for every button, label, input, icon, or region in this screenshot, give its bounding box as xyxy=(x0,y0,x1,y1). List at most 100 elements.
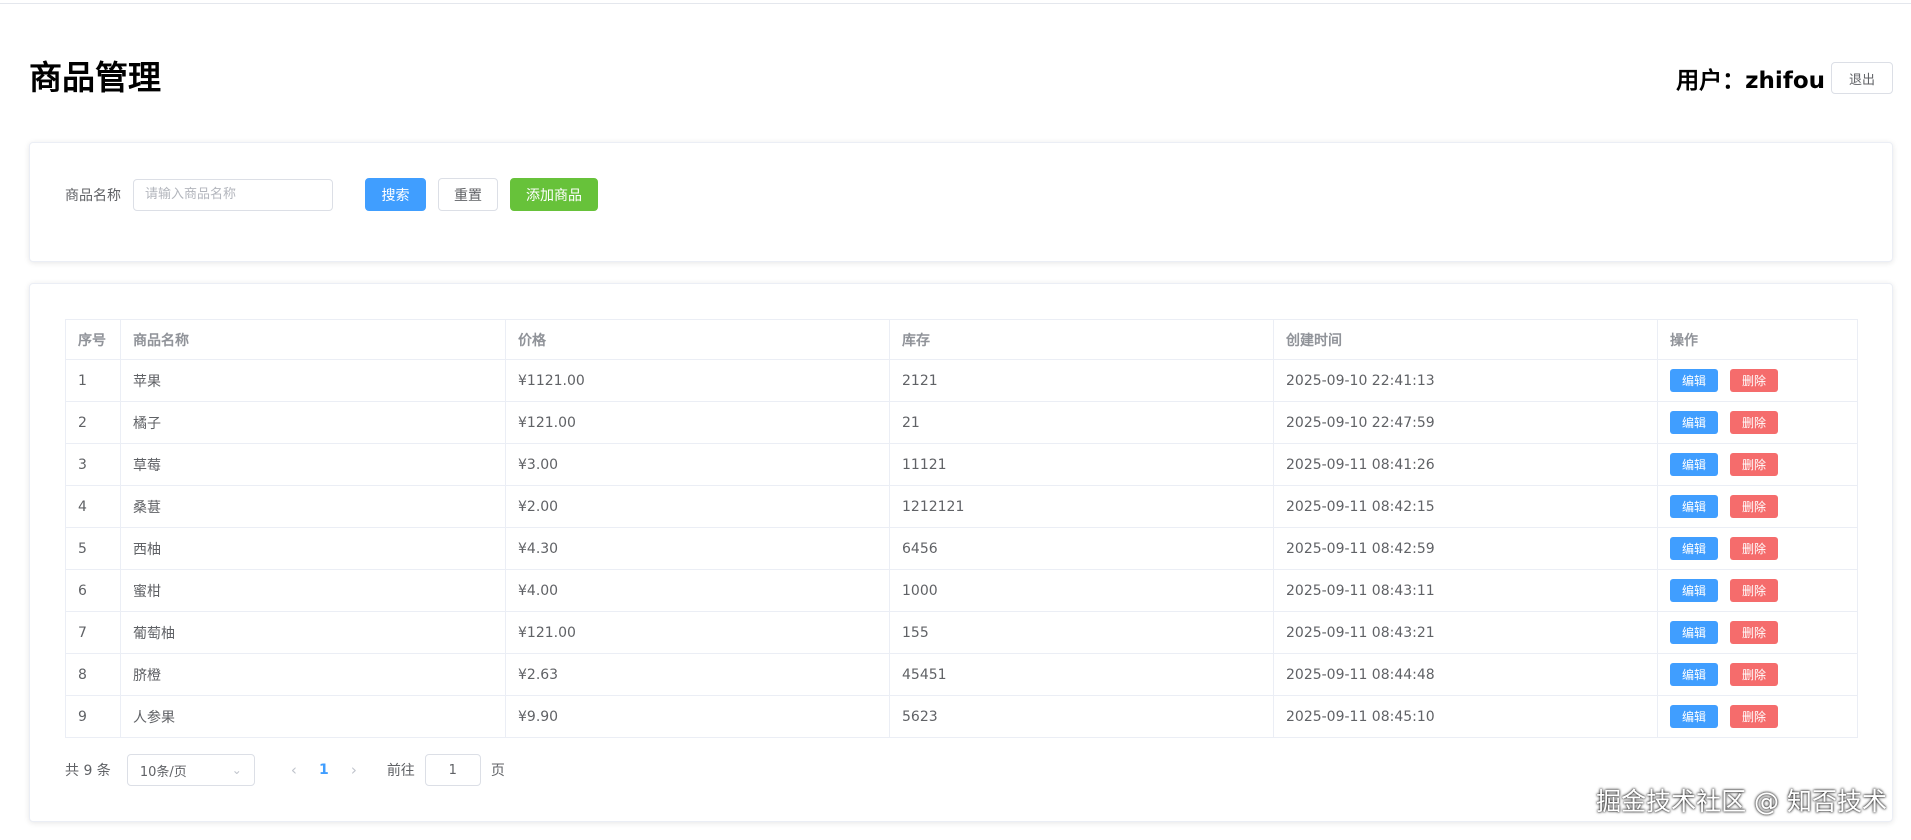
cell-index: 7 xyxy=(65,611,121,654)
product-name-search-input[interactable] xyxy=(133,178,333,211)
table-header-row: 序号 商品名称 价格 库存 创建时间 操作 xyxy=(65,319,1858,360)
product-name-label: 商品名称 xyxy=(65,187,121,204)
cell-product-name: 葡萄柚 xyxy=(120,611,506,654)
cell-index: 2 xyxy=(65,401,121,444)
row-actions: 编辑 删除 xyxy=(1670,571,1845,611)
edit-button[interactable]: 编辑 xyxy=(1670,495,1719,518)
cell-index: 6 xyxy=(65,569,121,612)
pagination-total: 共 9 条 xyxy=(65,763,111,779)
cell-index: 9 xyxy=(65,695,121,738)
cell-price: ¥4.00 xyxy=(505,569,890,612)
table-row: 7 葡萄柚 ¥121.00 155 2025-09-11 08:43:21 编辑 删除 xyxy=(65,611,1858,654)
edit-button[interactable]: 编辑 xyxy=(1670,369,1719,392)
cell-product-name: 苹果 xyxy=(120,359,506,402)
cell-index: 3 xyxy=(65,443,121,486)
page-size-select[interactable]: 10条/页 ⌄ xyxy=(126,754,255,786)
delete-button[interactable]: 删除 xyxy=(1730,369,1779,392)
cell-product-name: 橘子 xyxy=(120,401,506,444)
cell-product-name: 蜜柑 xyxy=(120,569,506,612)
cell-index: 4 xyxy=(65,485,121,528)
edit-button[interactable]: 编辑 xyxy=(1670,537,1719,560)
table-row: 9 人参果 ¥9.90 5623 2025-09-11 08:45:10 编辑 删除 xyxy=(65,695,1858,738)
row-actions: 编辑 删除 xyxy=(1670,361,1845,401)
column-header-index: 序号 xyxy=(65,319,121,360)
cell-price: ¥2.00 xyxy=(505,485,890,528)
cell-actions: 编辑 删除 xyxy=(1657,653,1858,696)
cell-actions: 编辑 删除 xyxy=(1657,527,1858,570)
row-actions: 编辑 删除 xyxy=(1670,613,1845,653)
delete-button[interactable]: 删除 xyxy=(1730,411,1779,434)
row-actions: 编辑 删除 xyxy=(1670,403,1845,443)
table-row: 8 脐橙 ¥2.63 45451 2025-09-11 08:44:48 编辑 删除 xyxy=(65,653,1858,696)
cell-created-time: 2025-09-11 08:45:10 xyxy=(1273,695,1658,738)
edit-button[interactable]: 编辑 xyxy=(1670,453,1719,476)
delete-button[interactable]: 删除 xyxy=(1730,495,1779,518)
cell-stock: 21 xyxy=(889,401,1274,444)
row-actions: 编辑 删除 xyxy=(1670,697,1845,737)
search-button[interactable]: 搜索 xyxy=(365,178,426,211)
user-area: 用户：zhifou 退出 xyxy=(1676,62,1893,94)
cell-product-name: 草莓 xyxy=(120,443,506,486)
top-divider xyxy=(0,0,1911,4)
cell-actions: 编辑 删除 xyxy=(1657,401,1858,444)
cell-price: ¥9.90 xyxy=(505,695,890,738)
cell-created-time: 2025-09-11 08:42:59 xyxy=(1273,527,1658,570)
cell-stock: 6456 xyxy=(889,527,1274,570)
row-actions: 编辑 删除 xyxy=(1670,487,1845,527)
chevron-down-icon: ⌄ xyxy=(231,763,242,777)
column-header-price: 价格 xyxy=(505,319,890,360)
search-panel: 商品名称 搜索 重置 添加商品 xyxy=(29,142,1893,262)
goto-page-input[interactable] xyxy=(424,754,481,786)
edit-button[interactable]: 编辑 xyxy=(1670,663,1719,686)
goto-label: 前往 xyxy=(386,763,415,779)
cell-stock: 155 xyxy=(889,611,1274,654)
edit-button[interactable]: 编辑 xyxy=(1670,705,1719,728)
cell-index: 8 xyxy=(65,653,121,696)
cell-stock: 1000 xyxy=(889,569,1274,612)
reset-button[interactable]: 重置 xyxy=(438,178,498,211)
search-form: 商品名称 搜索 重置 添加商品 xyxy=(65,178,598,211)
delete-button[interactable]: 删除 xyxy=(1730,579,1779,602)
logout-button[interactable]: 退出 xyxy=(1831,62,1893,94)
delete-button[interactable]: 删除 xyxy=(1730,453,1779,476)
delete-button[interactable]: 删除 xyxy=(1730,663,1779,686)
table-row: 5 西柚 ¥4.30 6456 2025-09-11 08:42:59 编辑 删除 xyxy=(65,527,1858,570)
delete-button[interactable]: 删除 xyxy=(1730,537,1779,560)
cell-product-name: 桑葚 xyxy=(120,485,506,528)
table-row: 3 草莓 ¥3.00 11121 2025-09-11 08:41:26 编辑 删除 xyxy=(65,443,1858,486)
edit-button[interactable]: 编辑 xyxy=(1670,621,1719,644)
cell-price: ¥121.00 xyxy=(505,401,890,444)
column-header-actions: 操作 xyxy=(1657,319,1858,360)
page-suffix-label: 页 xyxy=(490,763,505,779)
cell-price: ¥4.30 xyxy=(505,527,890,570)
edit-button[interactable]: 编辑 xyxy=(1670,579,1719,602)
cell-created-time: 2025-09-11 08:43:21 xyxy=(1273,611,1658,654)
edit-button[interactable]: 编辑 xyxy=(1670,411,1719,434)
product-table: 序号 商品名称 价格 库存 创建时间 操作 1 苹果 ¥1121.00 2121 202… xyxy=(65,319,1858,738)
cell-created-time: 2025-09-11 08:41:26 xyxy=(1273,443,1658,486)
cell-actions: 编辑 删除 xyxy=(1657,359,1858,402)
delete-button[interactable]: 删除 xyxy=(1730,705,1779,728)
add-product-button[interactable]: 添加商品 xyxy=(510,178,598,211)
cell-created-time: 2025-09-10 22:47:59 xyxy=(1273,401,1658,444)
page-header: 商品管理 用户：zhifou 退出 xyxy=(29,56,1893,104)
cell-index: 1 xyxy=(65,359,121,402)
cell-actions: 编辑 删除 xyxy=(1657,485,1858,528)
chevron-left-icon[interactable]: ‹ xyxy=(279,761,309,779)
cell-stock: 1212121 xyxy=(889,485,1274,528)
chevron-right-icon[interactable]: › xyxy=(339,761,369,779)
cell-created-time: 2025-09-11 08:42:15 xyxy=(1273,485,1658,528)
cell-stock: 45451 xyxy=(889,653,1274,696)
pagination-page-1[interactable]: 1 xyxy=(309,762,339,778)
delete-button[interactable]: 删除 xyxy=(1730,621,1779,644)
column-header-created: 创建时间 xyxy=(1273,319,1658,360)
pagination: 共 9 条 10条/页 ⌄ ‹ 1 › 前往 页 xyxy=(65,754,505,786)
user-label: 用户：zhifou xyxy=(1676,68,1825,94)
cell-created-time: 2025-09-10 22:41:13 xyxy=(1273,359,1658,402)
cell-actions: 编辑 删除 xyxy=(1657,443,1858,486)
cell-product-name: 脐橙 xyxy=(120,653,506,696)
cell-stock: 11121 xyxy=(889,443,1274,486)
product-table-panel: 序号 商品名称 价格 库存 创建时间 操作 1 苹果 ¥1121.00 2121 202… xyxy=(29,283,1893,822)
row-actions: 编辑 删除 xyxy=(1670,655,1845,695)
table-row: 1 苹果 ¥1121.00 2121 2025-09-10 22:41:13 编辑 删除 xyxy=(65,359,1858,402)
